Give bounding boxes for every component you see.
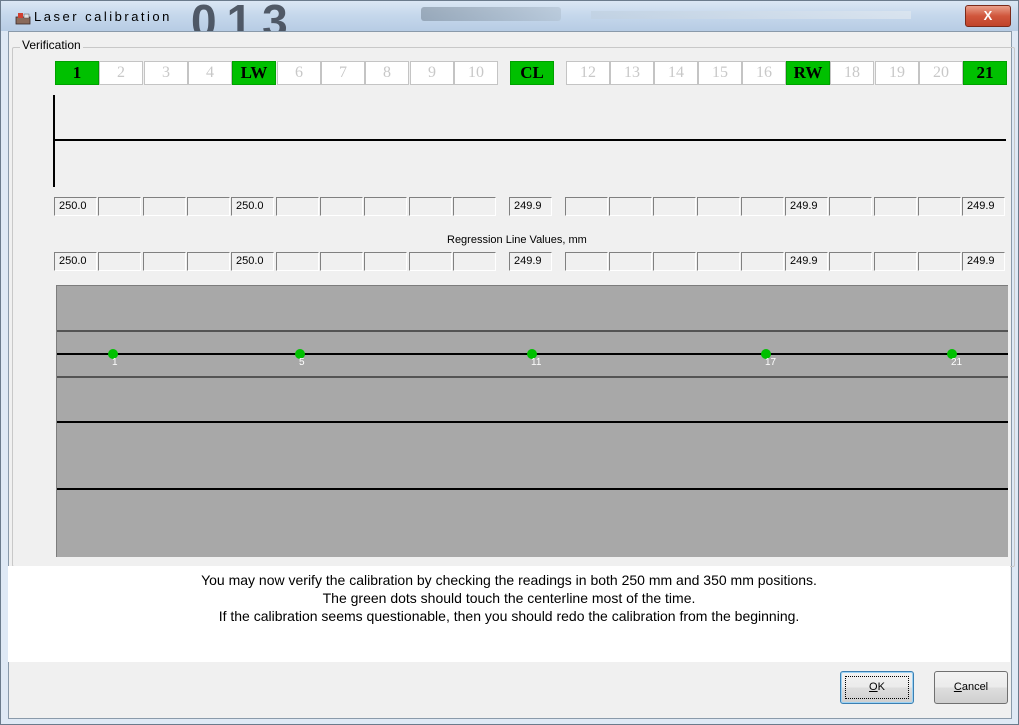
regression-value-14 (653, 252, 696, 271)
regression-value-7 (320, 252, 363, 271)
measured-value-3 (143, 197, 186, 216)
position-box-cl: CL (510, 61, 554, 85)
data-point-label-21: 21 (951, 357, 963, 368)
regression-value-1: 250.0 (54, 252, 97, 271)
cancel-accelerator: C (953, 681, 962, 693)
measured-value-7 (320, 197, 363, 216)
regression-value-17: 249.9 (785, 252, 828, 271)
regression-value-11: 249.9 (509, 252, 552, 271)
regression-value-20 (918, 252, 961, 271)
regression-value-4 (187, 252, 230, 271)
instruction-line-2: The green dots should touch the centerli… (322, 590, 696, 606)
position-box-7: 7 (321, 61, 365, 85)
position-box-16: 16 (742, 61, 786, 85)
position-box-rw: RW (786, 61, 830, 85)
measured-value-9 (409, 197, 452, 216)
measured-value-15 (697, 197, 740, 216)
position-box-14: 14 (654, 61, 698, 85)
data-point-label-11: 11 (531, 357, 542, 368)
chart-plot: 1 5 11 17 21 (57, 330, 1008, 490)
measured-value-10 (453, 197, 496, 216)
position-box-6: 6 (277, 61, 321, 85)
background-deco (591, 11, 911, 19)
measured-value-17: 249.9 (785, 197, 828, 216)
regression-value-9 (409, 252, 452, 271)
data-point-label-5: 5 (299, 357, 305, 368)
instruction-line-3: If the calibration seems questionable, t… (218, 608, 800, 624)
measured-value-4 (187, 197, 230, 216)
instruction-line-1: You may now verify the calibration by ch… (201, 572, 817, 588)
regression-value-10 (453, 252, 496, 271)
measured-value-12 (565, 197, 608, 216)
data-point-label-1: 1 (112, 357, 118, 368)
measured-value-18 (829, 197, 872, 216)
measured-value-16 (741, 197, 784, 216)
measured-value-19 (874, 197, 917, 216)
regression-value-3 (143, 252, 186, 271)
regression-label: Regression Line Values, mm (447, 234, 587, 246)
position-box-13: 13 (610, 61, 654, 85)
measured-value-11: 249.9 (509, 197, 552, 216)
position-box-15: 15 (698, 61, 742, 85)
app-icon (15, 13, 31, 25)
cancel-label: ancel (961, 681, 989, 693)
position-box-12: 12 (566, 61, 610, 85)
position-indicator-row: 1 2 3 4 LW 6 7 8 9 10 CL 12 13 14 15 16 RW 18 19 20 21 (0, 61, 1019, 87)
position-box-18: 18 (830, 61, 874, 85)
data-point-label-17: 17 (765, 357, 777, 368)
regression-value-15 (697, 252, 740, 271)
regression-value-13 (609, 252, 652, 271)
position-box-8: 8 (365, 61, 409, 85)
measurement-graph (53, 95, 1008, 187)
position-box-20: 20 (919, 61, 963, 85)
measured-value-2 (98, 197, 141, 216)
instructions-panel: You may now verify the calibration by ch… (8, 566, 1010, 662)
cancel-button[interactable]: Cancel (934, 671, 1008, 704)
regression-value-16 (741, 252, 784, 271)
focus-indicator (845, 676, 909, 699)
measured-values-row: 250.0 250.0 249.9 249.9 249.9 (0, 197, 1019, 216)
regression-value-12 (565, 252, 608, 271)
position-box-3: 3 (144, 61, 188, 85)
window-title: Laser calibration (34, 9, 172, 24)
background-deco (421, 7, 561, 21)
regression-value-2 (98, 252, 141, 271)
regression-value-19 (874, 252, 917, 271)
graph-centerline (53, 139, 1006, 141)
graph-axis-vertical (53, 95, 55, 187)
measured-value-8 (364, 197, 407, 216)
measured-value-6 (276, 197, 319, 216)
position-box-19: 19 (875, 61, 919, 85)
position-box-21: 21 (963, 61, 1007, 85)
position-box-9: 9 (410, 61, 454, 85)
measured-value-21: 249.9 (962, 197, 1005, 216)
measured-value-14 (653, 197, 696, 216)
position-box-lw: LW (232, 61, 276, 85)
regression-value-8 (364, 252, 407, 271)
regression-values-row: 250.0 250.0 249.9 249.9 249.9 (0, 252, 1019, 271)
regression-value-5: 250.0 (231, 252, 274, 271)
position-box-10: 10 (454, 61, 498, 85)
title-bar[interactable]: Laser calibration 013 X (1, 0, 1018, 44)
measured-value-1: 250.0 (54, 197, 97, 216)
position-box-4: 4 (188, 61, 232, 85)
measured-value-5: 250.0 (231, 197, 274, 216)
position-box-2: 2 (99, 61, 143, 85)
close-button[interactable]: X (965, 5, 1011, 27)
regression-value-18 (829, 252, 872, 271)
position-box-1: 1 (55, 61, 99, 85)
measured-value-13 (609, 197, 652, 216)
ok-button[interactable]: OK (840, 671, 914, 704)
measured-value-20 (918, 197, 961, 216)
regression-value-6 (276, 252, 319, 271)
calibration-chart: 1 5 11 17 21 (56, 285, 1008, 557)
verification-group-label: Verification (20, 38, 83, 52)
regression-value-21: 249.9 (962, 252, 1005, 271)
